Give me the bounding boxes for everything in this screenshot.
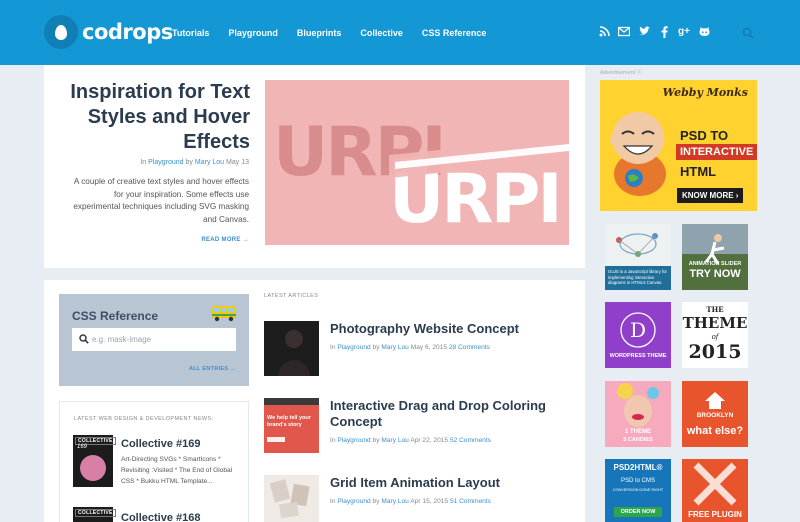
ad-line-2: INTERACTIVE	[676, 144, 757, 160]
author-link[interactable]: Mary Lou	[381, 344, 409, 351]
read-more-link[interactable]: READ MORE →	[201, 237, 249, 243]
drop-logo-icon	[44, 15, 78, 49]
author-link[interactable]: Mary Lou	[381, 498, 409, 505]
nav-tutorials[interactable]: Tutorials	[172, 28, 209, 38]
article-title[interactable]: Grid Item Animation Layout	[330, 475, 560, 491]
news-description: Art-Directing SVGs * SmartIcons * Revisi…	[121, 456, 233, 485]
article-thumbnail[interactable]	[264, 475, 319, 522]
featured-article-title[interactable]: Inspiration for Text Styles and Hover Ef…	[50, 80, 250, 155]
all-entries-link[interactable]: ALL ENTRIES →	[189, 366, 236, 372]
rss-icon[interactable]	[598, 26, 610, 38]
gojs-ad-tile[interactable]: GoJS is a JavaScript library for impleme…	[605, 224, 671, 290]
ad-line-3: HTML	[680, 164, 717, 179]
nav-playground[interactable]: Playground	[228, 28, 278, 38]
github-icon[interactable]	[698, 26, 710, 38]
article-thumbnail[interactable]: We help tell your brand's story	[264, 398, 319, 453]
comments-link[interactable]: 52 Comments	[450, 437, 491, 444]
wordpress-theme-ad-tile[interactable]: D WORDPRESS THEME	[605, 302, 671, 368]
news-title[interactable]: Collective #168	[121, 512, 201, 522]
news-item[interactable]: COLLECTIVE Collective #168	[73, 507, 243, 522]
featured-article-image[interactable]: URPI URPI	[265, 80, 569, 245]
psd2html-ad-tile[interactable]: PSD2HTML® PSD to CMS CONVERSION DONE RIG…	[605, 459, 671, 522]
article-date: May 13	[226, 159, 249, 166]
free-plugin-ad-tile[interactable]: FREE PLUGIN	[682, 459, 748, 522]
mail-icon[interactable]	[617, 26, 631, 38]
search-placeholder: e.g. mask-image	[92, 335, 152, 344]
know-more-button[interactable]: KNOW MORE ›	[677, 188, 744, 203]
search-icon[interactable]	[742, 26, 754, 39]
thumb-text: We help tell your brand's story	[267, 415, 311, 428]
brooklyn-ad-tile[interactable]: BROOKLYN what else?	[682, 381, 748, 447]
category-link[interactable]: Playground	[337, 344, 370, 351]
featured-article-meta: In Playground by Mary Lou May 13	[140, 159, 249, 166]
css-reference-title: CSS Reference	[72, 309, 159, 323]
site-header: codrops Tutorials Playground Blueprints …	[0, 0, 800, 65]
nav-css-reference[interactable]: CSS Reference	[422, 28, 487, 38]
social-links: g+	[598, 26, 710, 38]
facebook-icon[interactable]	[658, 26, 670, 38]
author-link[interactable]: Mary Lou	[381, 437, 409, 444]
webby-monks-ad[interactable]: Webby Monks PSD TO INTERACTIVE HTML KNOW…	[600, 80, 757, 211]
article-meta: In Playground by Mary Lou Apr 15, 2015 5…	[330, 498, 491, 505]
advertisement-label: Advertisement ⓘ	[600, 70, 643, 76]
main-nav: Tutorials Playground Blueprints Collecti…	[172, 0, 505, 65]
animation-slider-ad-tile[interactable]: ANIMATION SLIDER TRY NOW	[682, 224, 748, 290]
article-meta: In Playground by Mary Lou May 6, 2015 28…	[330, 344, 490, 351]
article-meta: In Playground by Mary Lou Apr 22, 2015 5…	[330, 437, 491, 444]
featured-article-description: A couple of creative text styles and hov…	[73, 177, 249, 224]
news-widget: LATEST WEB DESIGN & DEVELOPMENT NEWS: CO…	[59, 401, 249, 522]
latest-articles-heading: LATEST ARTICLES	[264, 293, 319, 299]
comments-link[interactable]: 51 Comments	[450, 498, 491, 505]
theme-of-2015-ad-tile[interactable]: THE THEME of 2015	[682, 302, 748, 368]
article-item: Photography Website Concept In Playgroun…	[264, 321, 584, 377]
css-reference-search-input[interactable]: e.g. mask-image	[72, 328, 236, 351]
article-item: We help tell your brand's story Interact…	[264, 398, 584, 454]
nav-blueprints[interactable]: Blueprints	[297, 28, 342, 38]
news-thumbnail[interactable]: COLLECTIVE 169	[73, 435, 116, 487]
bus-icon	[211, 304, 237, 322]
ad-brand: Webby Monks	[662, 86, 748, 99]
author-link[interactable]: Mary Lou	[195, 159, 224, 166]
twitter-icon[interactable]	[638, 26, 650, 38]
monk-mascot-icon	[610, 112, 666, 196]
comments-link[interactable]: 28 Comments	[449, 344, 490, 351]
category-link[interactable]: Playground	[337, 437, 370, 444]
ad-line-1: PSD TO	[680, 128, 729, 143]
news-item[interactable]: COLLECTIVE 169 Collective #169 Art-Direc…	[73, 435, 243, 495]
featured-article: Inspiration for Text Styles and Hover Ef…	[44, 65, 585, 268]
nav-collective[interactable]: Collective	[360, 28, 403, 38]
site-logo[interactable]: codrops	[44, 15, 173, 49]
search-icon	[79, 334, 89, 346]
article-item: Grid Item Animation Layout In Playground…	[264, 475, 584, 522]
candies-theme-ad-tile[interactable]: 1 THEME 5 CANDIES	[605, 381, 671, 447]
news-title[interactable]: Collective #169	[121, 438, 201, 450]
athlete-icon	[682, 224, 748, 290]
info-icon[interactable]: ⓘ	[637, 70, 643, 76]
logo-text: codrops	[82, 20, 173, 44]
main-content: CSS Reference e.g. mask-image ALL ENTRIE…	[44, 280, 585, 522]
category-link[interactable]: Playground	[337, 498, 370, 505]
google-plus-icon[interactable]: g+	[678, 26, 690, 38]
news-heading: LATEST WEB DESIGN & DEVELOPMENT NEWS:	[74, 416, 214, 422]
article-title[interactable]: Interactive Drag and Drop Coloring Conce…	[330, 398, 560, 429]
category-link[interactable]: Playground	[148, 159, 183, 166]
news-thumbnail[interactable]: COLLECTIVE	[73, 507, 116, 522]
article-title[interactable]: Photography Website Concept	[330, 321, 560, 337]
css-reference-widget: CSS Reference e.g. mask-image ALL ENTRIE…	[59, 294, 249, 386]
article-thumbnail[interactable]	[264, 321, 319, 376]
